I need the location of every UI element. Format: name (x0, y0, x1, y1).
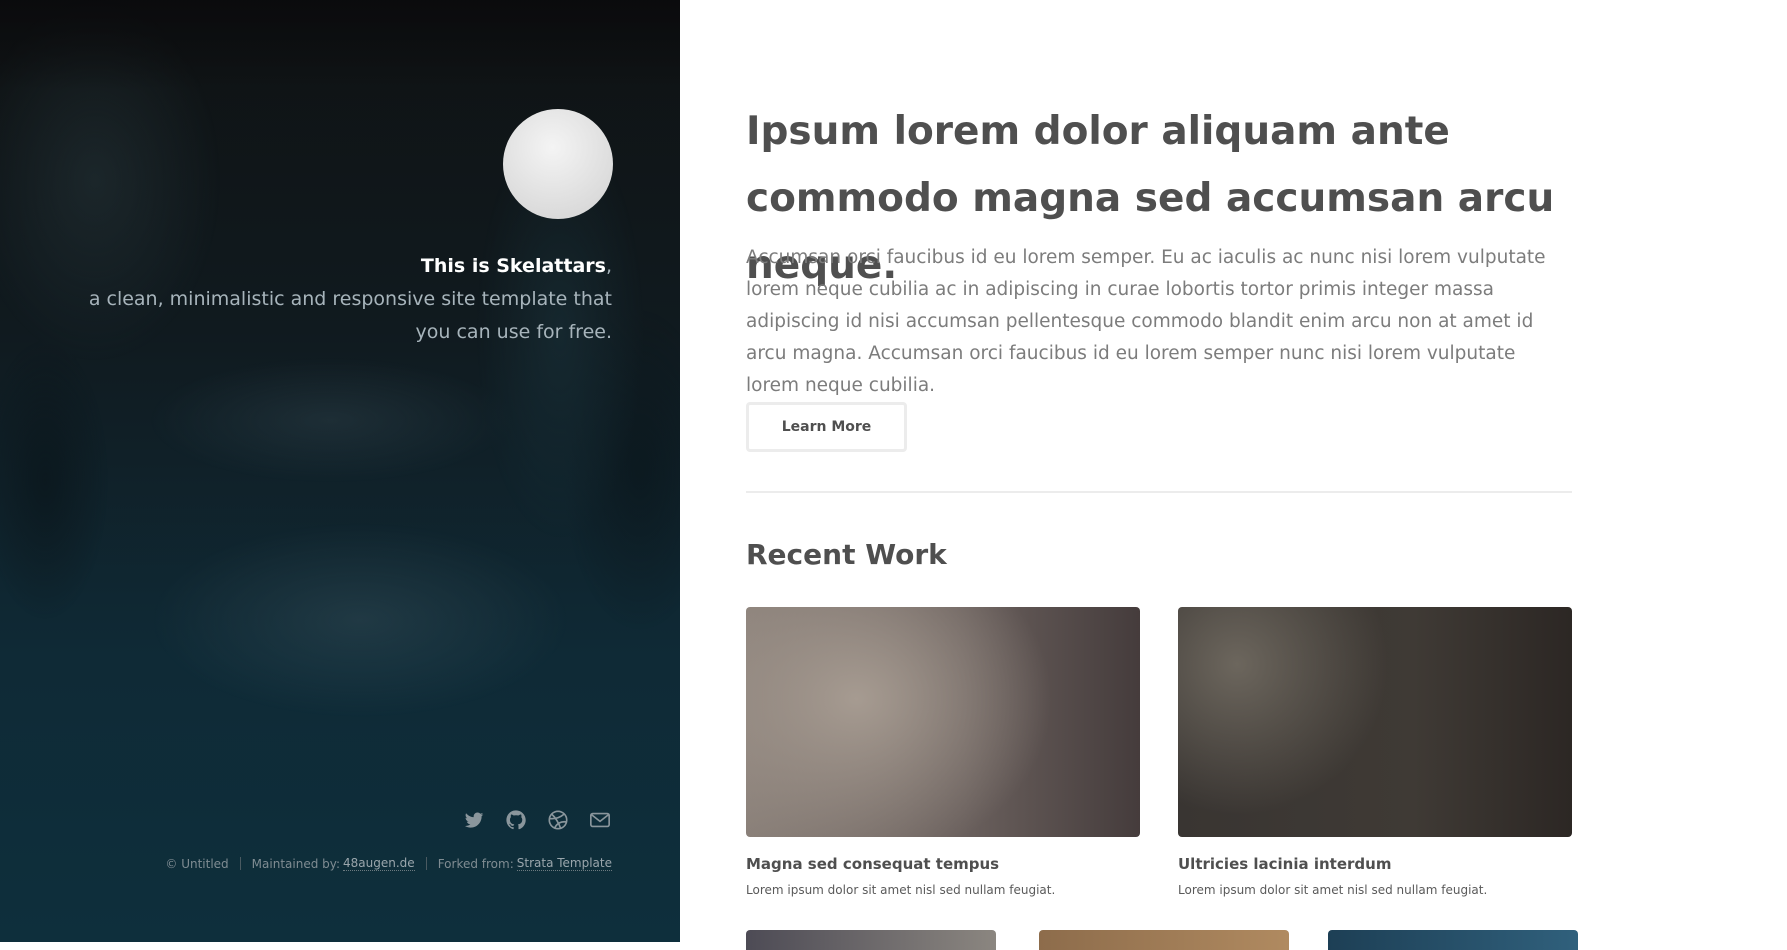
github-icon[interactable] (504, 808, 528, 832)
tagline-comma: , (605, 255, 612, 277)
sidebar-background-fade (0, 0, 680, 90)
maintained-label: Maintained by: (251, 856, 341, 871)
section-title: Recent Work (746, 538, 947, 571)
work-thumbnail[interactable] (1039, 930, 1289, 950)
work-item: Ultricies lacinia interdum Lorem ipsum d… (1178, 607, 1572, 897)
forked-label: Forked from: (437, 856, 514, 871)
copyright-text: © Untitled (165, 856, 229, 871)
section-divider (746, 491, 1572, 493)
forked-link[interactable]: Strata Template (516, 856, 612, 871)
avatar (503, 109, 613, 219)
main-content: Ipsum lorem dolor aliquam ante commodo m… (746, 0, 1578, 950)
work-description: Lorem ipsum dolor sit amet nisl sed null… (746, 883, 1056, 897)
work-description: Lorem ipsum dolor sit amet nisl sed null… (1178, 883, 1488, 897)
footer-separator (425, 857, 427, 870)
work-thumbnail[interactable] (746, 607, 1140, 837)
social-links (462, 808, 612, 832)
learn-more-button[interactable]: Learn More (746, 402, 907, 452)
work-title: Magna sed consequat tempus (746, 855, 1000, 873)
maintained-link[interactable]: 48augen.de (343, 856, 415, 871)
twitter-icon[interactable] (462, 808, 486, 832)
site-name: This is Skelattars (420, 255, 606, 277)
work-thumbnail[interactable] (1178, 607, 1572, 837)
work-title: Ultricies lacinia interdum (1178, 855, 1392, 873)
sidebar-footer: © Untitled Maintained by: 48augen.de For… (165, 856, 612, 871)
envelope-icon[interactable] (588, 808, 612, 832)
work-thumbnail[interactable] (1328, 930, 1578, 950)
work-item: Magna sed consequat tempus Lorem ipsum d… (746, 607, 1140, 897)
sidebar: This is Skelattars, a clean, minimalisti… (0, 0, 680, 942)
tagline-description: a clean, minimalistic and responsive sit… (88, 288, 612, 343)
footer-separator (239, 857, 241, 870)
intro-paragraph: Accumsan orci faucibus id eu lorem sempe… (746, 247, 1546, 396)
dribbble-icon[interactable] (546, 808, 570, 832)
sidebar-tagline: This is Skelattars, a clean, minimalisti… (52, 250, 612, 349)
work-thumbnail[interactable] (746, 930, 996, 950)
